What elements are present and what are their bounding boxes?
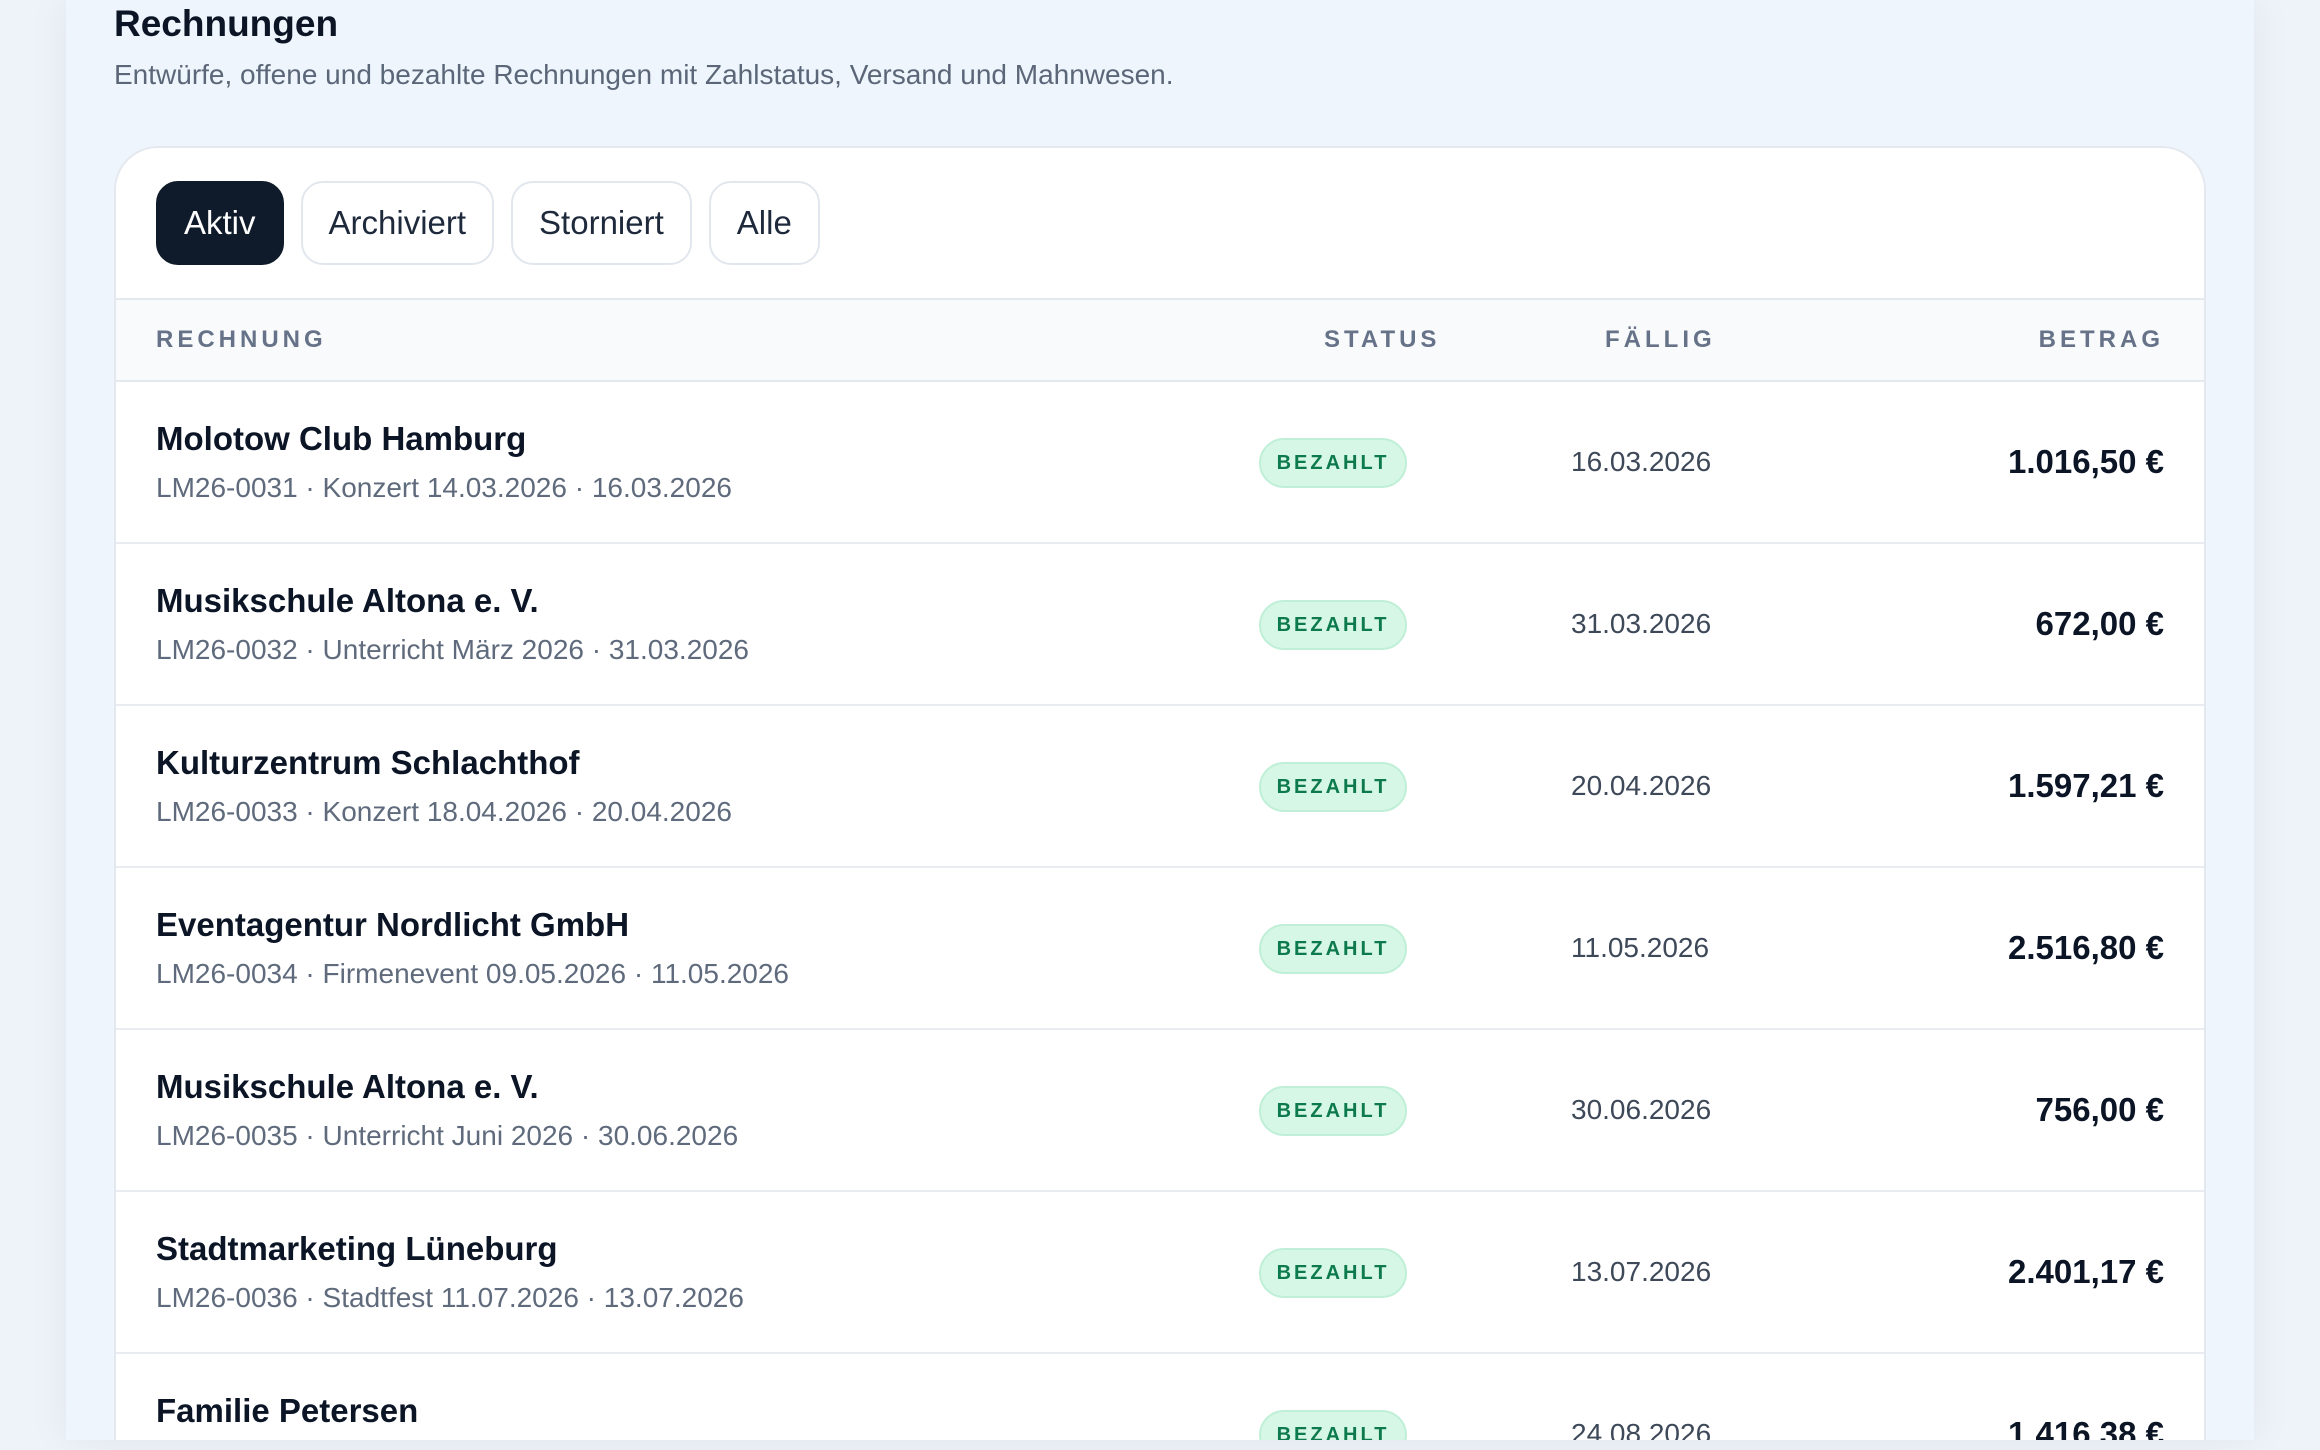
status-badge: BEZAHLT: [1259, 1248, 1407, 1298]
page-header: Rechnungen Entwürfe, offene und bezahlte…: [114, 0, 1174, 95]
invoice-amount: 756,00 €: [2035, 1091, 2164, 1128]
page-title: Rechnungen: [114, 3, 339, 44]
invoice-amount: 2.516,80 €: [2008, 929, 2164, 966]
table-row[interactable]: Stadtmarketing Lüneburg LM26-0036 · Stad…: [116, 1192, 2204, 1354]
column-header-invoice[interactable]: RECHNUNG: [156, 300, 327, 380]
due-date: 20.04.2026: [1571, 770, 1712, 801]
invoice-meta: LM26-0036 · Stadtfest 11.07.2026 · 13.07…: [156, 1282, 744, 1313]
table-row[interactable]: Kulturzentrum Schlachthof LM26-0033 · Ko…: [116, 706, 2204, 868]
client-name: Musikschule Altona e. V.: [156, 1068, 539, 1105]
invoice-meta: LM26-0034 · Firmenevent 09.05.2026 · 11.…: [156, 958, 790, 989]
due-date: 13.07.2026: [1571, 1256, 1712, 1287]
invoice-table-body: Molotow Club Hamburg LM26-0031 · Konzert…: [116, 382, 2204, 1440]
client-name: Kulturzentrum Schlachthof: [156, 744, 580, 781]
due-date: 11.05.2026: [1571, 932, 1710, 963]
client-name: Familie Petersen: [156, 1392, 419, 1429]
table-row[interactable]: Molotow Club Hamburg LM26-0031 · Konzert…: [116, 382, 2204, 544]
due-date: 24.08.2026: [1571, 1418, 1712, 1440]
client-name: Molotow Club Hamburg: [156, 420, 527, 457]
client-name: Musikschule Altona e. V.: [156, 582, 539, 619]
column-header-status[interactable]: STATUS: [1324, 300, 1440, 380]
tab-alle[interactable]: Alle: [708, 181, 820, 265]
invoice-meta: LM26-0035 · Unterricht Juni 2026 · 30.06…: [156, 1120, 739, 1151]
status-badge: BEZAHLT: [1259, 1410, 1407, 1440]
tab-storniert[interactable]: Storniert: [511, 181, 692, 265]
status-badge: BEZAHLT: [1259, 1086, 1407, 1136]
column-header-amount[interactable]: BETRAG: [2039, 300, 2164, 380]
client-name: Stadtmarketing Lüneburg: [156, 1230, 558, 1267]
table-row[interactable]: Eventagentur Nordlicht GmbH LM26-0034 · …: [116, 868, 2204, 1030]
invoice-meta: LM26-0032 · Unterricht März 2026 · 31.03…: [156, 634, 749, 665]
table-row[interactable]: Musikschule Altona e. V. LM26-0032 · Unt…: [116, 544, 2204, 706]
client-name: Eventagentur Nordlicht GmbH: [156, 906, 630, 943]
column-header-due[interactable]: FÄLLIG: [1605, 300, 1716, 380]
invoice-meta: LM26-0033 · Konzert 18.04.2026 · 20.04.2…: [156, 796, 732, 827]
status-badge: BEZAHLT: [1259, 762, 1407, 812]
table-row[interactable]: Musikschule Altona e. V. LM26-0035 · Unt…: [116, 1030, 2204, 1192]
due-date: 16.03.2026: [1571, 446, 1712, 477]
invoice-amount: 1.416,38 €: [2008, 1415, 2164, 1440]
due-date: 31.03.2026: [1571, 608, 1712, 639]
tab-aktiv[interactable]: Aktiv: [156, 181, 284, 265]
table-header: RECHNUNG STATUS FÄLLIG BETRAG: [116, 298, 2204, 382]
invoice-amount: 672,00 €: [2035, 605, 2164, 642]
invoice-amount: 1.016,50 €: [2008, 443, 2164, 480]
due-date: 30.06.2026: [1571, 1094, 1712, 1125]
status-badge: BEZAHLT: [1259, 438, 1407, 488]
invoice-meta: LM26-0031 · Konzert 14.03.2026 · 16.03.2…: [156, 472, 732, 503]
invoices-card: Aktiv Archiviert Storniert Alle RECHNUNG…: [114, 146, 2206, 1440]
filter-tabs: Aktiv Archiviert Storniert Alle: [116, 148, 2204, 298]
app-shell: Rechnungen Entwürfe, offene und bezahlte…: [66, 0, 2254, 1440]
tab-archiviert[interactable]: Archiviert: [300, 181, 495, 265]
table-row[interactable]: Familie Petersen BEZAHLT 24.08.2026 1.41…: [116, 1354, 2204, 1440]
page-subtitle: Entwürfe, offene und bezahlte Rechnungen…: [114, 59, 1174, 90]
invoice-amount: 1.597,21 €: [2008, 767, 2164, 804]
invoice-amount: 2.401,17 €: [2008, 1253, 2164, 1290]
status-badge: BEZAHLT: [1259, 924, 1407, 974]
status-badge: BEZAHLT: [1259, 600, 1407, 650]
